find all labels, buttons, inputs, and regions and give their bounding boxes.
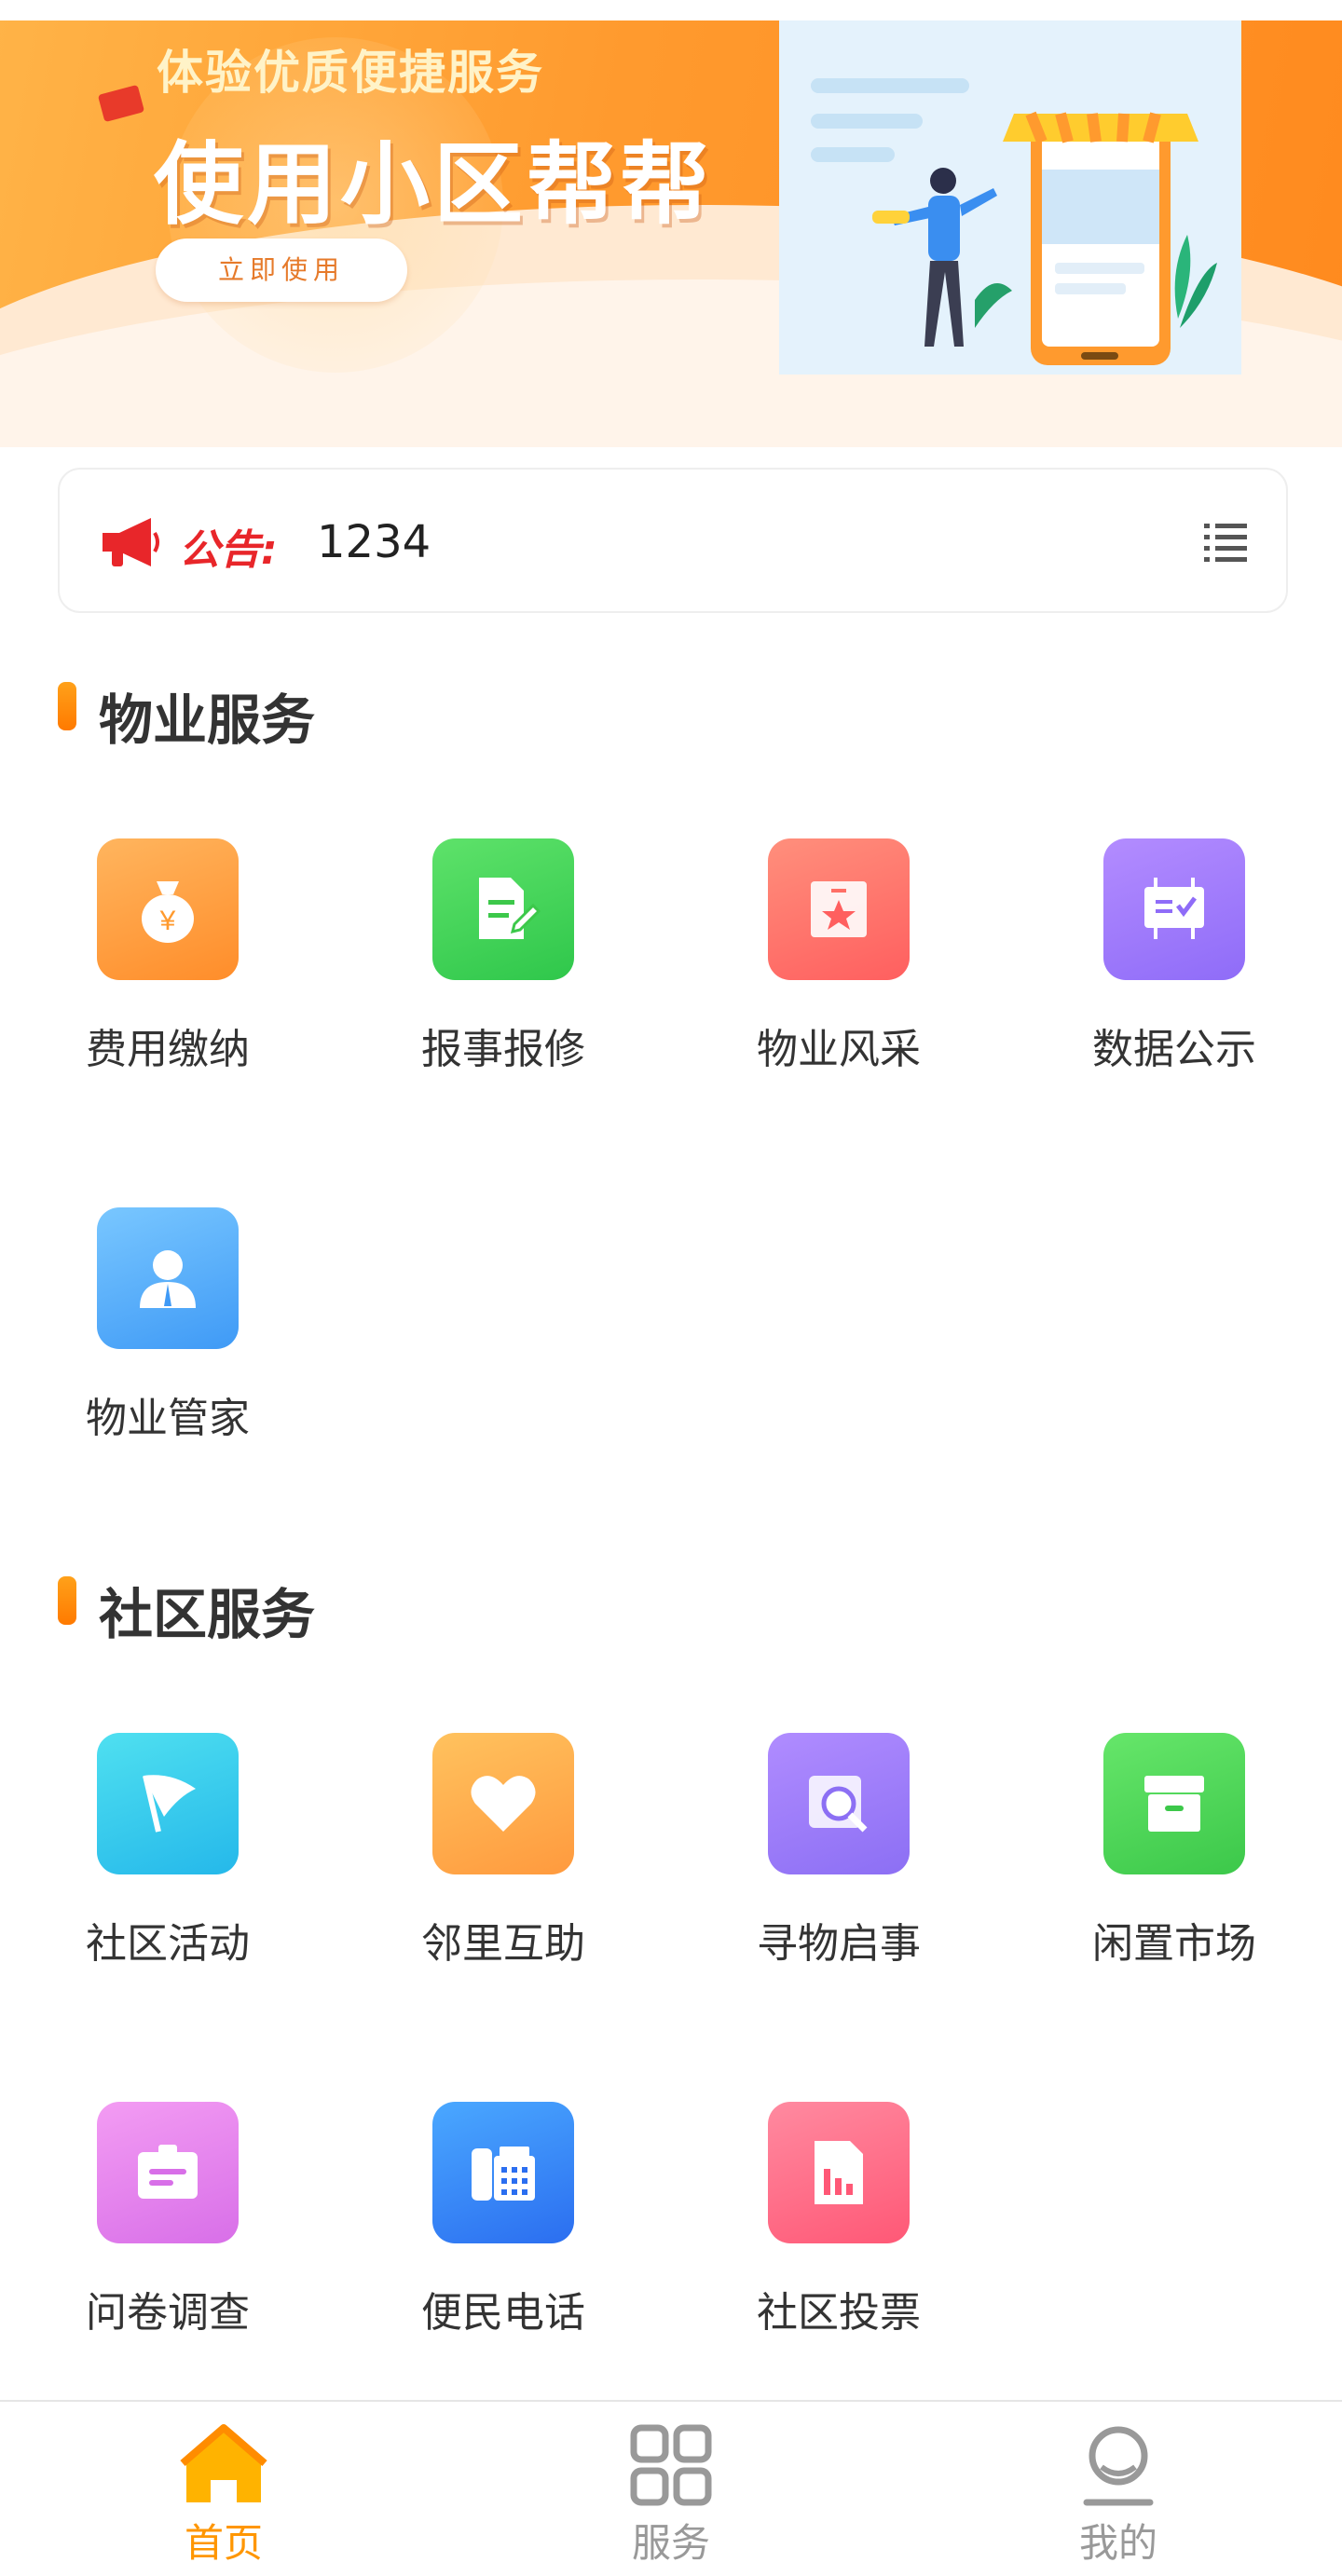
banner-illustration: [779, 20, 1241, 375]
grid-icon: [630, 2424, 712, 2506]
box-icon: [1103, 1733, 1245, 1874]
service-item-flea-market[interactable]: 闲置市场: [1006, 1733, 1342, 2031]
service-item-survey[interactable]: 问卷调查: [0, 2102, 336, 2400]
item-label: 问卷调查: [86, 2289, 250, 2337]
section-accent-bar: [58, 682, 76, 730]
item-label: 物业管家: [86, 1395, 250, 1442]
service-item-public-phone[interactable]: 便民电话: [336, 2102, 671, 2400]
use-now-button[interactable]: 立即使用: [156, 239, 407, 302]
bottom-tab-bar: 首页 服务 我的: [0, 2400, 1342, 2576]
service-item-property-showcase[interactable]: 物业风采: [671, 838, 1006, 1137]
megaphone-icon: [103, 518, 159, 566]
service-item-neighbor-help[interactable]: 邻里互助: [336, 1733, 671, 2031]
service-item-data-disclosure[interactable]: 数据公示: [1006, 838, 1342, 1137]
item-label: 社区投票: [757, 2289, 921, 2337]
service-item-community-vote[interactable]: 社区投票: [671, 2102, 1006, 2400]
home-icon: [180, 2424, 267, 2502]
notice-label: 公告:: [179, 526, 278, 574]
tab-label: 服务: [631, 2520, 710, 2566]
tab-label: 首页: [184, 2520, 263, 2566]
tab-services[interactable]: 服务: [559, 2424, 783, 2573]
list-icon[interactable]: [1202, 518, 1249, 565]
section-title: 物业服务: [99, 688, 316, 752]
notice-text[interactable]: 1234: [317, 516, 431, 568]
notice-bar[interactable]: 公告: 1234: [58, 468, 1288, 613]
section-title: 社区服务: [99, 1583, 316, 1646]
service-item-report-repair[interactable]: 报事报修: [336, 838, 671, 1137]
service-item-fee-payment[interactable]: ¥ 费用缴纳: [0, 838, 336, 1137]
section-accent-bar: [58, 1576, 76, 1625]
board-check-icon: [1103, 838, 1245, 980]
person-icon: [97, 1207, 239, 1349]
service-item-community-activity[interactable]: 社区活动: [0, 1733, 336, 2031]
item-label: 物业风采: [757, 1026, 921, 1073]
item-label: 报事报修: [421, 1026, 585, 1073]
banner-decoration: [97, 84, 145, 123]
tab-label: 我的: [1078, 2520, 1157, 2566]
item-label: 便民电话: [421, 2289, 585, 2337]
tab-profile[interactable]: 我的: [1006, 2424, 1230, 2573]
item-label: 寻物启事: [757, 1920, 921, 1968]
person-illustration: [872, 168, 1012, 347]
document-edit-icon: [432, 838, 574, 980]
flag-icon: [97, 1733, 239, 1874]
star-card-icon: [768, 838, 910, 980]
svg-text:¥: ¥: [159, 906, 176, 936]
banner-subtitle: 体验优质便捷服务: [157, 46, 544, 100]
item-label: 闲置市场: [1092, 1920, 1256, 1968]
item-label: 邻里互助: [421, 1920, 585, 1968]
service-item-lost-found[interactable]: 寻物启事: [671, 1733, 1006, 2031]
promo-banner[interactable]: 体验优质便捷服务 使用小区帮帮 立即使用: [0, 0, 1342, 447]
storefront-phone-illustration: [1003, 111, 1217, 365]
phone-icon: [432, 2102, 574, 2243]
money-bag-icon: ¥: [97, 838, 239, 980]
item-label: 费用缴纳: [86, 1026, 250, 1073]
banner-title: 使用小区帮帮: [154, 132, 713, 237]
tab-home[interactable]: 首页: [112, 2424, 336, 2573]
profile-icon: [1083, 2426, 1154, 2506]
search-card-icon: [768, 1733, 910, 1874]
service-item-property-steward[interactable]: 物业管家: [0, 1207, 336, 1506]
item-label: 数据公示: [1092, 1026, 1256, 1073]
heart-icon: [432, 1733, 574, 1874]
item-label: 社区活动: [86, 1920, 250, 1968]
chart-doc-icon: [768, 2102, 910, 2243]
clipboard-icon: [97, 2102, 239, 2243]
